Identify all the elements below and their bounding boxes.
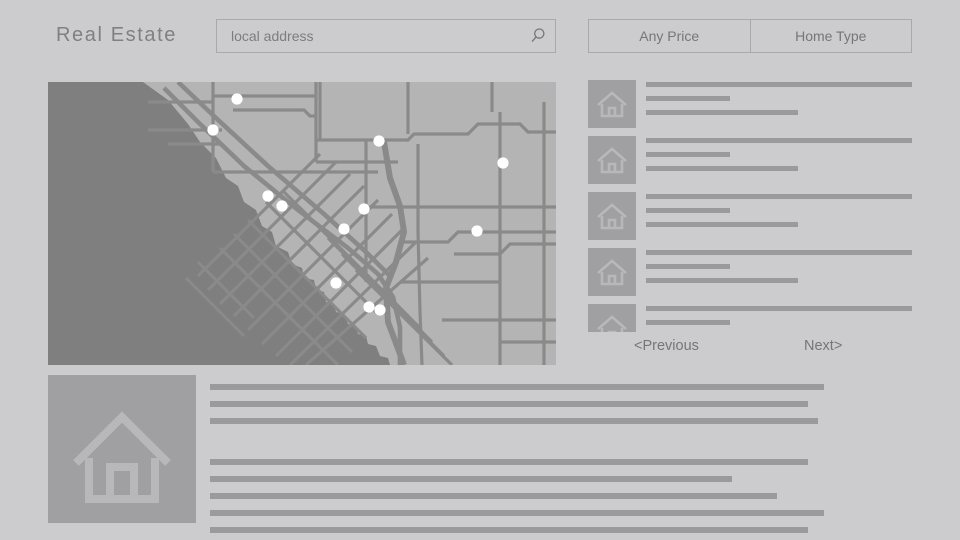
list-item[interactable] xyxy=(588,80,912,128)
house-icon xyxy=(73,411,171,503)
listing-text-placeholder xyxy=(646,306,912,332)
property-map[interactable] xyxy=(48,82,556,365)
list-item[interactable] xyxy=(588,192,912,240)
listing-thumbnail[interactable] xyxy=(588,304,636,332)
previous-page-link[interactable]: <Previous xyxy=(634,338,699,354)
listings-list[interactable] xyxy=(588,80,912,332)
search-icon[interactable] xyxy=(529,27,547,45)
page-title: Real Estate xyxy=(56,24,177,46)
search-box[interactable] xyxy=(216,19,556,53)
listing-text-placeholder xyxy=(646,194,912,236)
pagination: <Previous Next> xyxy=(588,338,912,362)
house-icon xyxy=(597,147,627,174)
listing-text-placeholder xyxy=(646,82,912,124)
filter-home-type[interactable]: Home Type xyxy=(749,20,912,52)
detail-text-placeholder xyxy=(210,375,912,533)
listing-thumbnail[interactable] xyxy=(588,136,636,184)
filter-any-price-label: Any Price xyxy=(639,28,700,44)
header: Real Estate Any Price Home Type xyxy=(0,0,960,72)
list-item[interactable] xyxy=(588,304,912,332)
filter-button-group: Any Price Home Type xyxy=(588,19,912,53)
house-icon xyxy=(597,315,627,332)
next-page-link[interactable]: Next> xyxy=(804,338,842,354)
listing-text-placeholder xyxy=(646,138,912,180)
property-detail-panel[interactable] xyxy=(48,375,912,533)
listing-thumbnail[interactable] xyxy=(588,80,636,128)
filter-home-type-label: Home Type xyxy=(795,28,867,44)
search-input[interactable] xyxy=(231,20,511,52)
filter-any-price[interactable]: Any Price xyxy=(589,20,750,52)
listing-thumbnail[interactable] xyxy=(588,192,636,240)
house-icon xyxy=(597,259,627,286)
house-icon xyxy=(597,91,627,118)
list-item[interactable] xyxy=(588,136,912,184)
listing-text-placeholder xyxy=(646,250,912,292)
listing-thumbnail[interactable] xyxy=(588,248,636,296)
list-item[interactable] xyxy=(588,248,912,296)
house-icon xyxy=(597,203,627,230)
map-canvas[interactable] xyxy=(48,82,556,365)
detail-thumbnail[interactable] xyxy=(48,375,196,523)
